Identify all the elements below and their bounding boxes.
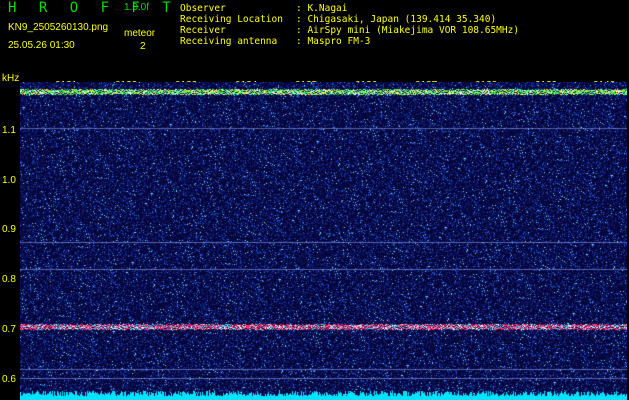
info-row-receiver: Receiver : AirSpy mini (Miakejima VOR 108…	[180, 25, 519, 36]
info-row-antenna: Receiving antenna : Maspro FM-3	[180, 36, 519, 47]
info-value: : K.Nagai	[296, 3, 348, 14]
info-row-location: Receiving Location : Chigasaki, Japan (13…	[180, 14, 519, 25]
timestamp-label: 25.05.26 01:30	[8, 40, 75, 51]
meteor-label: meteor	[124, 28, 156, 39]
y-tick-label: 1.1	[2, 125, 16, 136]
info-value: : AirSpy mini (Miakejima VOR 108.65MHz)	[296, 25, 520, 36]
y-tick-label: 0.6	[2, 374, 16, 385]
info-row-observer: Observer : K.Nagai	[180, 3, 519, 14]
station-info: Observer : K.Nagai Receiving Location : Ch…	[180, 3, 519, 47]
header-panel: H R O F F T 1.0.0f KN9_2505260130.png 25…	[0, 0, 629, 80]
info-key: Observer	[180, 3, 226, 14]
y-tick-label: 1.0	[2, 175, 16, 186]
app-title: H R O F F T	[8, 0, 178, 16]
y-tick-label: 0.8	[2, 274, 16, 285]
spectrogram-canvas[interactable]	[20, 82, 627, 400]
y-axis-unit: kHz	[2, 73, 20, 84]
info-key: Receiving antenna	[180, 36, 278, 47]
filename-label: KN9_2505260130.png	[8, 22, 109, 33]
y-tick-label: 0.7	[2, 324, 16, 335]
info-value: : Maspro FM-3	[296, 36, 371, 47]
meteor-count: 2	[140, 41, 146, 52]
info-key: Receiving Location	[180, 14, 283, 25]
info-key: Receiver	[180, 25, 226, 36]
info-value: : Chigasaki, Japan (139.414 35.340)	[296, 14, 497, 25]
version-label: 1.0.0f	[124, 2, 150, 13]
y-tick-label: 0.9	[2, 224, 16, 235]
